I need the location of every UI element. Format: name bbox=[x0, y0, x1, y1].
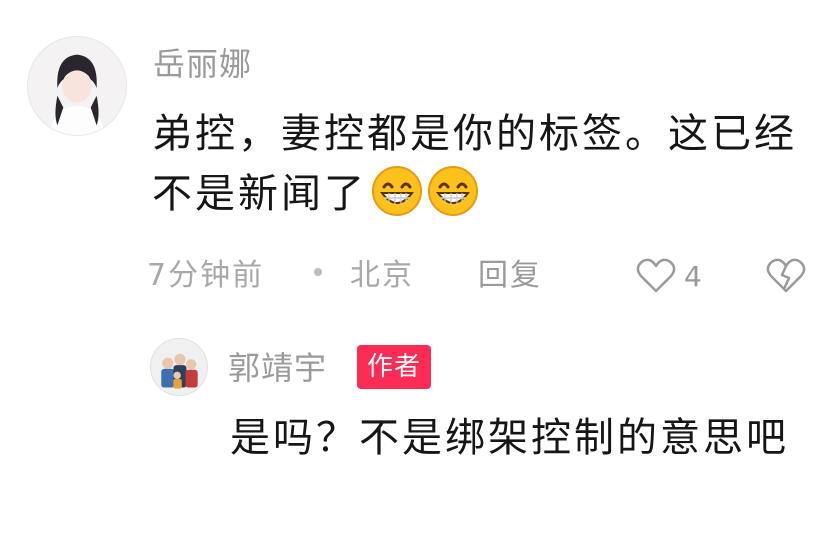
grinning-face-emoji-icon bbox=[371, 165, 423, 217]
reply-avatar[interactable] bbox=[150, 338, 208, 396]
reply-username[interactable]: 郭靖宇 bbox=[228, 348, 327, 388]
comment-text: 弟控，妻控都是你的标签。这已经不是新闻了 bbox=[152, 104, 802, 224]
avatar-image bbox=[28, 37, 126, 135]
avatar[interactable] bbox=[27, 36, 127, 136]
grinning-face-emoji-icon bbox=[427, 165, 479, 217]
broken-heart-icon[interactable] bbox=[766, 258, 806, 294]
avatar-image bbox=[151, 339, 207, 395]
comment-timestamp: 7分钟前 bbox=[147, 258, 265, 293]
like-count: 4 bbox=[684, 259, 702, 293]
comment-username[interactable]: 岳丽娜 bbox=[153, 44, 252, 84]
reply-button[interactable]: 回复 bbox=[478, 254, 542, 298]
heart-outline-icon[interactable] bbox=[636, 258, 676, 294]
like-button[interactable]: 4 bbox=[636, 256, 702, 296]
reply-text: 是吗？不是绑架控制的意思吧 bbox=[230, 415, 789, 461]
author-badge: 作者 bbox=[357, 345, 432, 389]
meta-separator-dot bbox=[314, 268, 322, 276]
comment-location: 北京 bbox=[350, 258, 414, 293]
